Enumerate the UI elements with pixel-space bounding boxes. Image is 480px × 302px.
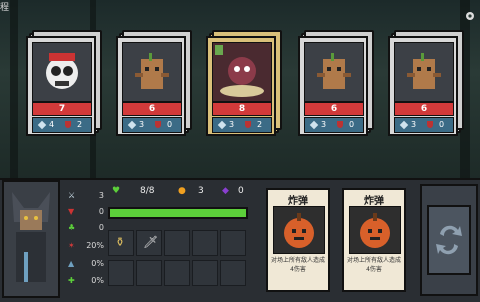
inventory-slot[interactable] [220,260,246,286]
heart-icon: ♥ [112,186,121,196]
inventory-slot[interactable] [192,230,218,256]
inventory-slot-dagger[interactable]: 🗡 [136,230,162,256]
sword-icon [217,120,227,130]
stat-dodge-value: 0% [91,259,104,268]
sword-icon [309,120,319,130]
stump-portrait [122,42,182,102]
bomb-icon [349,206,401,254]
spell-title: 炸弹 [288,196,308,207]
inventory-slot[interactable] [108,260,134,286]
enemy-hp: 6 [122,102,182,116]
inventory-slot[interactable] [192,260,218,286]
dagger-icon: 🗡 [143,235,159,249]
enemy-stats: 3 0 [394,117,454,133]
inventory-slot-potion[interactable]: ⚱ [108,230,134,256]
enemy-attack: 3 [139,120,145,129]
shield-icon: ▼ [68,207,75,216]
coin-icon: ● [178,186,186,196]
stat-crit-value: 20% [86,241,104,250]
sword-icon: ⚔ [68,191,76,200]
gem-count: 0 [238,186,244,196]
enemy-shield: 0 [349,120,355,129]
heal-icon: ✚ [68,276,75,285]
enemy-hp: 6 [304,102,364,116]
boss-mushroom-portrait [212,42,272,102]
stat-luck-value: 0 [98,223,104,232]
end-turn-button[interactable] [420,184,478,296]
stat-attack-value: 3 [98,191,104,200]
stat-crit: ✶ 20% [68,240,104,252]
enemy-hp: 6 [394,102,454,116]
enemy-card-5[interactable]: 6 3 0 [388,30,464,136]
settings-icon[interactable] [464,10,476,22]
enemy-stats: 3 0 [122,117,182,133]
enemy-shield: 2 [77,120,83,129]
coin-count: 3 [198,186,204,196]
spell-description: 对场上所有敌人造成4伤害 [270,257,325,273]
shield-icon [427,121,433,128]
player-hp-text: 8/8 [140,186,155,196]
inventory-slot[interactable] [164,230,190,256]
bomb-icon [273,206,325,254]
enemy-shield: 0 [439,120,445,129]
stump-portrait [304,42,364,102]
enemy-card-1[interactable]: 7 4 2 [26,30,102,136]
stat-heal-value: 0% [91,276,104,285]
hero-portrait [2,180,60,298]
shield-icon [245,121,251,128]
shield-icon [155,121,161,128]
stump-portrait [394,42,454,102]
stat-dodge: ▲ 0% [68,258,104,270]
enemy-attack: 3 [229,120,235,129]
stat-heal: ✚ 0% [68,275,104,287]
enemy-shield: 0 [167,120,173,129]
enemy-attack: 3 [321,120,327,129]
crit-icon: ✶ [68,241,75,250]
cycle-icon [427,205,471,275]
spell-title: 炸弹 [364,196,384,207]
sword-icon [37,120,47,130]
sword-icon [399,120,409,130]
enemy-hp: 7 [32,102,92,116]
stat-shield-value: 0 [98,207,104,216]
spell-card-bomb-2[interactable]: 炸弹 对场上所有敌人造成4伤害 [342,188,406,292]
player-hp-bar [108,207,248,219]
enemy-attack: 3 [411,120,417,129]
spell-card-bomb-1[interactable]: 炸弹 对场上所有敌人造成4伤害 [266,188,330,292]
inventory-slot[interactable] [164,260,190,286]
enemy-hp: 8 [212,102,272,116]
potion-icon: ⚱ [115,235,126,249]
top-left-label: 程 [0,3,10,13]
enemy-card-3[interactable]: 8 3 2 [206,30,282,136]
enemy-stats: 3 2 [212,117,272,133]
inventory-slot[interactable] [136,260,162,286]
boot-icon: ▲ [68,259,75,268]
skull-clown-portrait [32,42,92,102]
clover-icon: ♣ [68,223,76,232]
enemy-card-4[interactable]: 6 3 0 [298,30,374,136]
shield-icon [337,121,343,128]
gem-icon: ◆ [222,186,229,196]
stat-shield: ▼ 0 [68,206,104,218]
inventory-slot[interactable] [220,230,246,256]
stat-luck: ♣ 0 [68,222,104,234]
enemy-attack: 4 [49,120,55,129]
enemy-stats: 4 2 [32,117,92,133]
enemy-card-2[interactable]: 6 3 0 [116,30,192,136]
stat-attack: ⚔ 3 [68,190,104,202]
shield-icon [65,121,71,128]
sword-icon [127,120,137,130]
enemy-shield: 2 [257,120,263,129]
spell-description: 对场上所有敌人造成4伤害 [346,257,401,273]
enemy-stats: 3 0 [304,117,364,133]
